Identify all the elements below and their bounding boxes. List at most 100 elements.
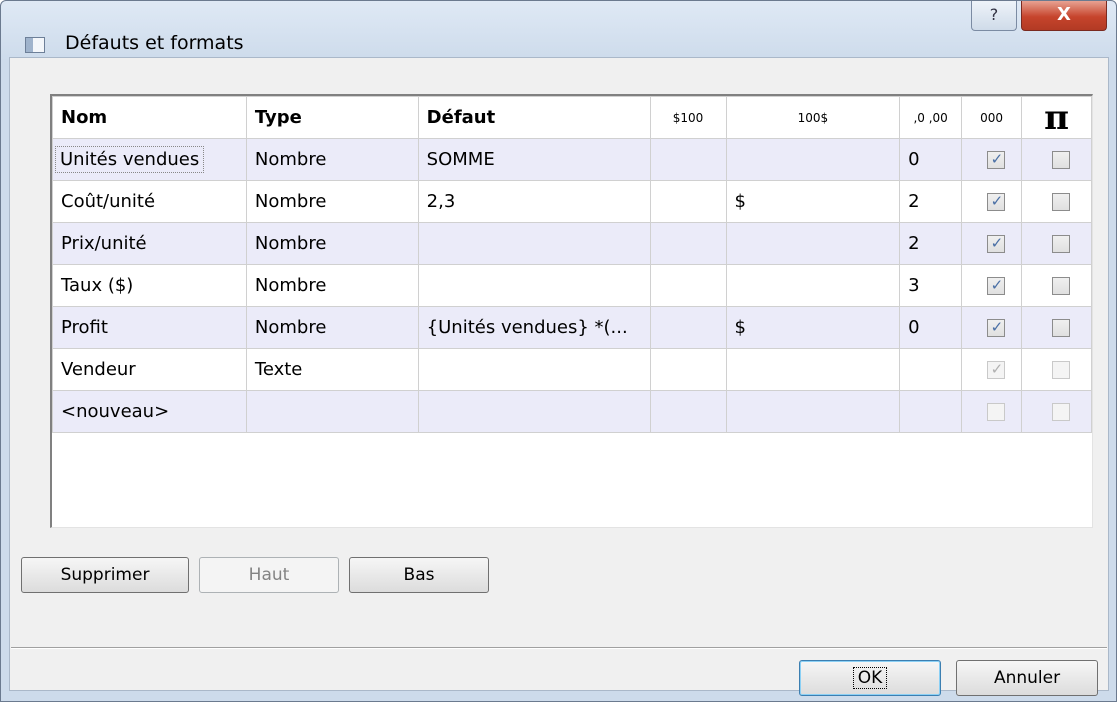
cell-defaut[interactable]: SOMME — [417, 138, 651, 181]
cell-pi[interactable] — [1021, 222, 1092, 265]
cell-pi[interactable] — [1021, 348, 1092, 391]
ok-label: OK — [852, 667, 888, 689]
cell-nom[interactable]: Taux ($) — [52, 264, 247, 307]
check-icon: ✓ — [990, 150, 1004, 168]
cell-decimals[interactable]: 2 — [899, 180, 963, 223]
cell-defaut[interactable] — [417, 222, 651, 265]
check-icon: ✓ — [990, 318, 1004, 336]
cell-suffix[interactable]: $ — [725, 180, 901, 223]
cell-thousands[interactable] — [961, 390, 1023, 433]
check-icon: ✓ — [990, 192, 1004, 210]
cell-decimals[interactable]: 0 — [899, 138, 963, 181]
cell-pi[interactable] — [1021, 390, 1092, 433]
cell-prefix[interactable] — [649, 222, 727, 265]
column-header-thousands[interactable]: 000 — [961, 96, 1023, 139]
cell-suffix[interactable] — [725, 138, 901, 181]
cell-thousands[interactable]: ✓ — [961, 264, 1023, 307]
cell-thousands[interactable]: ✓ — [961, 180, 1023, 223]
cell-suffix[interactable] — [725, 390, 901, 433]
cell-nom[interactable]: Vendeur — [52, 348, 247, 391]
table-row[interactable]: Coût/unité Nombre 2,3 $2 ✓ — [52, 180, 1092, 223]
pi-checkbox[interactable] — [1051, 403, 1070, 421]
pi-checkbox[interactable] — [1051, 277, 1070, 295]
cell-suffix[interactable] — [725, 222, 901, 265]
table-row[interactable]: Prix/unité Nombre 2 ✓ — [52, 222, 1092, 265]
pi-checkbox[interactable] — [1051, 193, 1070, 211]
app-icon — [25, 37, 45, 53]
cell-defaut[interactable]: {Unités vendues} *(... — [417, 306, 651, 349]
column-header-prefix-currency[interactable]: $100 — [649, 96, 727, 139]
cell-decimals[interactable] — [899, 348, 963, 391]
fields-grid[interactable]: Nom Type Défaut $100 100$ ,0 ,00 000 π U… — [50, 94, 1093, 528]
thousands-checkbox[interactable]: ✓ — [986, 276, 1005, 295]
cell-decimals[interactable]: 3 — [899, 264, 963, 307]
cell-decimals[interactable]: 2 — [899, 222, 963, 265]
down-button[interactable]: Bas — [349, 557, 489, 593]
cell-type[interactable]: Texte — [245, 348, 419, 391]
cell-prefix[interactable] — [649, 390, 727, 433]
cell-defaut[interactable] — [417, 264, 651, 307]
cell-thousands[interactable]: ✓ — [961, 306, 1023, 349]
cell-prefix[interactable] — [649, 348, 727, 391]
close-button[interactable]: X — [1021, 1, 1107, 31]
cell-nom[interactable]: <nouveau> — [52, 390, 247, 433]
cell-defaut[interactable] — [417, 390, 651, 433]
cell-type[interactable]: Nombre — [245, 180, 419, 223]
thousands-checkbox[interactable]: ✓ — [986, 234, 1005, 253]
cell-prefix[interactable] — [649, 138, 727, 181]
delete-button[interactable]: Supprimer — [21, 557, 189, 593]
thousands-checkbox[interactable] — [986, 403, 1005, 421]
cell-decimals[interactable]: 0 — [899, 306, 963, 349]
thousands-checkbox[interactable]: ✓ — [986, 318, 1005, 337]
ok-button[interactable]: OK — [799, 660, 941, 696]
title-bar: Défauts et formats ? X — [1, 1, 1116, 57]
cell-suffix[interactable] — [725, 264, 901, 307]
table-row[interactable]: Unités vendues Nombre SOMME 0 ✓ — [52, 138, 1092, 181]
cell-decimals[interactable] — [899, 390, 963, 433]
thousands-checkbox[interactable]: ✓ — [986, 360, 1005, 379]
cell-pi[interactable] — [1021, 306, 1092, 349]
cell-pi[interactable] — [1021, 264, 1092, 307]
help-button[interactable]: ? — [971, 1, 1017, 31]
cell-nom[interactable]: Prix/unité — [52, 222, 247, 265]
cell-prefix[interactable] — [649, 306, 727, 349]
column-header-defaut[interactable]: Défaut — [417, 96, 651, 139]
cancel-button[interactable]: Annuler — [956, 660, 1098, 696]
cell-nom[interactable]: Unités vendues — [52, 138, 247, 181]
cell-defaut[interactable] — [417, 348, 651, 391]
cell-type[interactable]: Nombre — [245, 138, 419, 181]
pi-checkbox[interactable] — [1051, 361, 1070, 379]
cell-thousands[interactable]: ✓ — [961, 222, 1023, 265]
cell-text: Unités vendues — [55, 146, 205, 173]
cell-type[interactable]: Nombre — [245, 306, 419, 349]
column-header-type[interactable]: Type — [245, 96, 419, 139]
cell-prefix[interactable] — [649, 264, 727, 307]
table-row[interactable]: Profit Nombre {Unités vendues} *(... $0 ✓ — [52, 306, 1092, 349]
pi-checkbox[interactable] — [1051, 151, 1070, 169]
table-row[interactable]: Taux ($) Nombre 3 ✓ — [52, 264, 1092, 307]
cell-thousands[interactable]: ✓ — [961, 348, 1023, 391]
thousands-checkbox[interactable]: ✓ — [986, 150, 1005, 169]
column-header-nom[interactable]: Nom — [52, 96, 247, 139]
cell-pi[interactable] — [1021, 180, 1092, 223]
cell-type[interactable] — [245, 390, 419, 433]
cell-type[interactable]: Nombre — [245, 264, 419, 307]
cell-nom[interactable]: Profit — [52, 306, 247, 349]
cell-suffix[interactable] — [725, 348, 901, 391]
pi-checkbox[interactable] — [1051, 235, 1070, 253]
table-row[interactable]: Vendeur Texte ✓ — [52, 348, 1092, 391]
cell-suffix[interactable]: $ — [725, 306, 901, 349]
thousands-checkbox[interactable]: ✓ — [986, 192, 1005, 211]
column-header-decimals[interactable]: ,0 ,00 — [899, 96, 963, 139]
cell-nom[interactable]: Coût/unité — [52, 180, 247, 223]
up-button[interactable]: Haut — [199, 557, 339, 593]
cell-prefix[interactable] — [649, 180, 727, 223]
column-header-pi[interactable]: π — [1021, 96, 1092, 139]
column-header-suffix-currency[interactable]: 100$ — [725, 96, 901, 139]
cell-pi[interactable] — [1021, 138, 1092, 181]
cell-thousands[interactable]: ✓ — [961, 138, 1023, 181]
cell-type[interactable]: Nombre — [245, 222, 419, 265]
table-row[interactable]: <nouveau> — [52, 390, 1092, 433]
cell-defaut[interactable]: 2,3 — [417, 180, 651, 223]
pi-checkbox[interactable] — [1051, 319, 1070, 337]
